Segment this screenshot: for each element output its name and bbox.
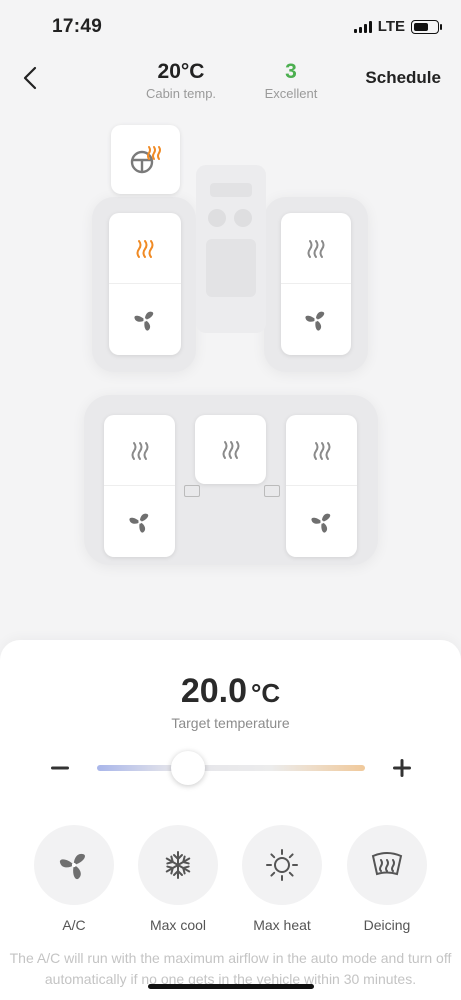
seat-heat-icon	[313, 441, 330, 460]
passenger-seat-ventilation-button[interactable]	[281, 283, 351, 355]
car-interior-map	[0, 105, 461, 645]
snowflake-icon	[163, 851, 193, 879]
seat-heat-icon	[136, 239, 154, 258]
rear-left-seat-controls	[104, 415, 175, 557]
steering-wheel-heat-button[interactable]	[111, 125, 180, 194]
windshield-defrost-icon	[371, 852, 403, 876]
max-heat-mode-button[interactable]	[242, 825, 322, 905]
air-quality-block: 3 Excellent	[245, 60, 337, 101]
seat-heat-icon	[222, 440, 239, 459]
rear-right-seat-controls	[286, 415, 357, 557]
fan-icon	[305, 311, 325, 331]
fan-icon	[59, 853, 85, 880]
fan-icon	[310, 513, 330, 533]
rear-left-seat-ventilation-button[interactable]	[104, 485, 175, 557]
passenger-seat-controls	[281, 213, 351, 355]
minus-icon	[51, 766, 69, 770]
target-temperature-value: 20.0 °C	[180, 672, 281, 710]
network-label: LTE	[377, 18, 405, 35]
seatbelt-buckle-icon	[184, 485, 200, 497]
home-indicator[interactable]	[148, 984, 314, 989]
schedule-button[interactable]: Schedule	[365, 68, 441, 88]
max-cool-mode-label: Max cool	[149, 917, 207, 933]
fan-icon	[134, 311, 154, 331]
seat-heat-icon	[307, 239, 325, 258]
max-cool-mode-button[interactable]	[138, 825, 218, 905]
seat-heat-icon	[131, 441, 148, 460]
cabin-temp-block: 20°C Cabin temp.	[125, 60, 237, 101]
chevron-left-icon	[23, 66, 37, 90]
ac-mode-button[interactable]	[34, 825, 114, 905]
deicing-mode-label: Deicing	[363, 917, 411, 933]
rear-center-seat-heat-button[interactable]	[195, 415, 266, 484]
back-button[interactable]	[16, 62, 44, 94]
temperature-slider-thumb[interactable]	[171, 751, 206, 785]
center-console	[196, 165, 266, 333]
deicing-mode-button[interactable]	[347, 825, 427, 905]
battery-icon	[411, 19, 442, 34]
driver-seat-controls	[109, 213, 181, 355]
ac-mode-label: A/C	[62, 917, 86, 933]
fan-icon	[128, 513, 148, 533]
status-indicators: LTE	[353, 18, 442, 35]
decrease-temperature-button[interactable]	[50, 752, 70, 784]
rear-right-seat-heat-button[interactable]	[286, 415, 357, 486]
seatbelt-buckle-icon	[264, 485, 280, 497]
increase-temperature-button[interactable]	[390, 752, 414, 784]
rear-left-seat-heat-button[interactable]	[104, 415, 175, 486]
max-heat-mode-label: Max heat	[253, 917, 311, 933]
cabin-temp-label: Cabin temp.	[145, 86, 217, 101]
rear-right-seat-ventilation-button[interactable]	[286, 485, 357, 557]
air-quality-value: 3	[285, 60, 297, 83]
temperature-slider-track[interactable]	[97, 765, 365, 771]
status-time: 17:49	[52, 16, 103, 37]
plus-icon	[393, 759, 411, 777]
signal-icon	[353, 20, 372, 33]
sun-icon	[266, 849, 298, 881]
driver-seat-ventilation-button[interactable]	[109, 283, 181, 355]
passenger-seat-heat-button[interactable]	[281, 213, 351, 284]
driver-seat-heat-button[interactable]	[109, 213, 181, 284]
target-temperature-label: Target temperature	[171, 715, 290, 731]
steering-wheel-heat-icon	[130, 145, 161, 173]
air-quality-label: Excellent	[264, 86, 318, 101]
cabin-temp-value: 20°C	[157, 60, 205, 83]
